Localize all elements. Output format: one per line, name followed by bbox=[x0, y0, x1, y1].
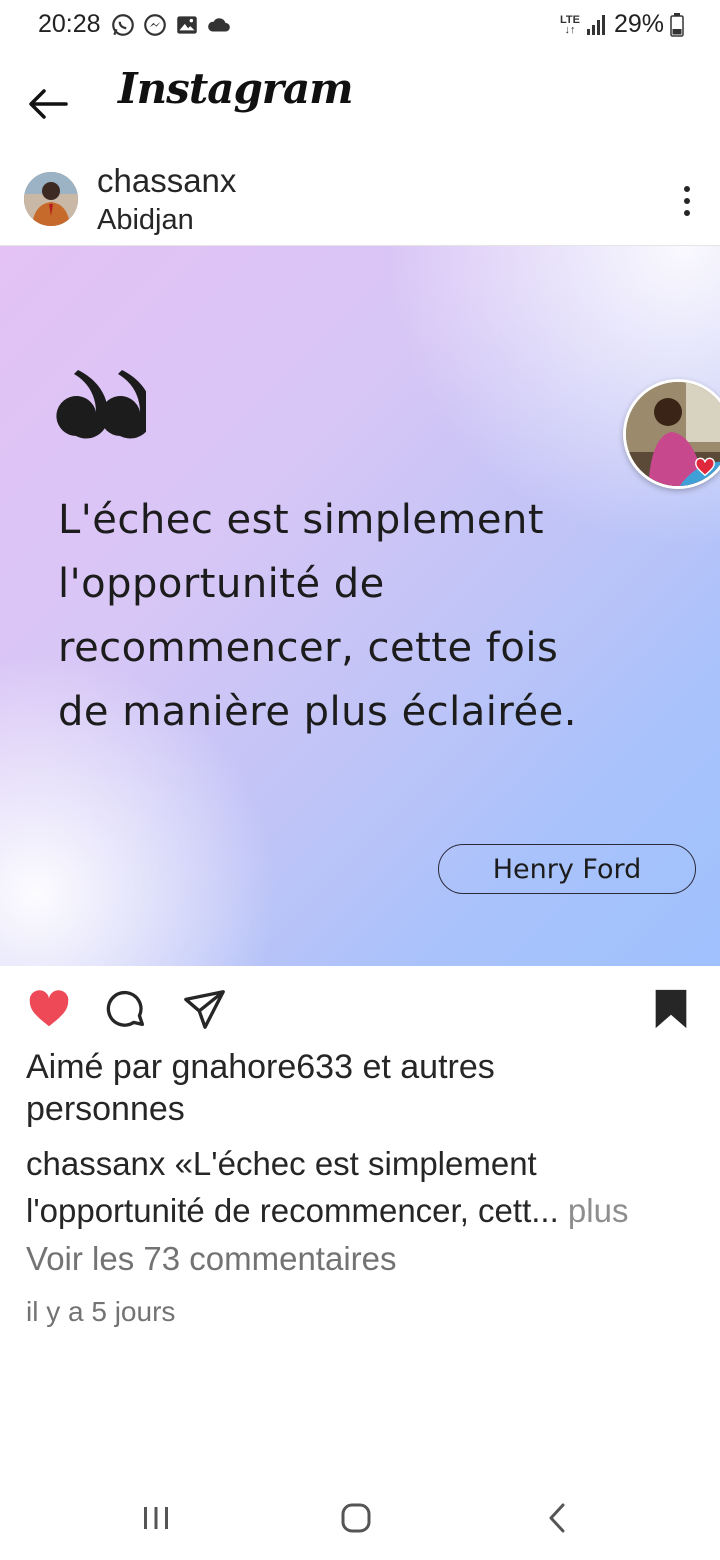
more-options-icon[interactable] bbox=[680, 184, 694, 218]
quote-author: Henry Ford bbox=[438, 844, 696, 894]
caption-text: l'opportunité de recommencer, cett... bbox=[26, 1192, 559, 1229]
gallery-icon bbox=[177, 16, 197, 34]
status-right: LTE ↓↑ 29% bbox=[560, 10, 684, 39]
whatsapp-icon bbox=[112, 14, 134, 36]
quote-mark-icon bbox=[56, 370, 146, 439]
quote-line: recommencer, cette fois bbox=[58, 625, 559, 671]
cloud-icon bbox=[208, 18, 230, 32]
back-nav-icon[interactable] bbox=[538, 1498, 578, 1538]
back-arrow-icon[interactable] bbox=[26, 82, 70, 126]
messenger-icon bbox=[144, 14, 166, 36]
heart-badge-icon bbox=[695, 457, 715, 477]
home-icon[interactable] bbox=[336, 1498, 376, 1538]
view-comments-link[interactable]: Voir les 73 commentaires bbox=[26, 1240, 397, 1278]
likes-line: Aimé par gnahore633 et autres bbox=[26, 1048, 495, 1086]
comment-icon[interactable] bbox=[104, 986, 150, 1032]
post-timestamp: il y a 5 jours bbox=[26, 1296, 176, 1327]
quote-line: L'échec est simplement bbox=[58, 497, 545, 543]
battery-icon bbox=[670, 12, 684, 37]
signal-icon bbox=[586, 14, 605, 35]
avatar[interactable] bbox=[24, 172, 78, 226]
like-heart-icon[interactable] bbox=[26, 986, 72, 1032]
status-time: 20:28 bbox=[38, 10, 101, 38]
share-send-icon[interactable] bbox=[182, 986, 228, 1032]
post-caption[interactable]: chassanx «L'échec est simplement l'oppor… bbox=[26, 1140, 706, 1234]
post-header: chassanx Abidjan bbox=[0, 156, 720, 246]
bookmark-icon[interactable] bbox=[648, 986, 694, 1032]
quote-text: L'échec est simplement l'opportunité de … bbox=[58, 488, 658, 744]
caption-more-link[interactable]: plus bbox=[559, 1192, 629, 1229]
network-label: LTE ↓↑ bbox=[559, 13, 580, 36]
post-actions bbox=[0, 966, 720, 1050]
app-header: Instagram bbox=[0, 52, 720, 156]
caption-line: l'opportunité de recommencer, cett... pl… bbox=[26, 1187, 706, 1234]
quote-line: l'opportunité de bbox=[58, 561, 385, 607]
quote-line: de manière plus éclairée. bbox=[58, 689, 577, 735]
likes-summary[interactable]: Aimé par gnahore633 et autres personnes bbox=[26, 1046, 686, 1130]
status-bar: 20:28 LTE ↓↑ 29% bbox=[0, 0, 720, 52]
caption-line: chassanx «L'échec est simplement bbox=[26, 1145, 537, 1182]
system-nav-bar bbox=[0, 1480, 720, 1560]
post-username[interactable]: chassanx bbox=[97, 162, 236, 200]
recent-apps-icon[interactable] bbox=[136, 1498, 176, 1538]
likes-line: personnes bbox=[26, 1090, 185, 1128]
instagram-logo: Instagram bbox=[118, 64, 354, 113]
post-image[interactable]: L'échec est simplement l'opportunité de … bbox=[0, 246, 720, 966]
post-location[interactable]: Abidjan bbox=[97, 204, 194, 237]
battery-percent: 29% bbox=[613, 10, 664, 38]
